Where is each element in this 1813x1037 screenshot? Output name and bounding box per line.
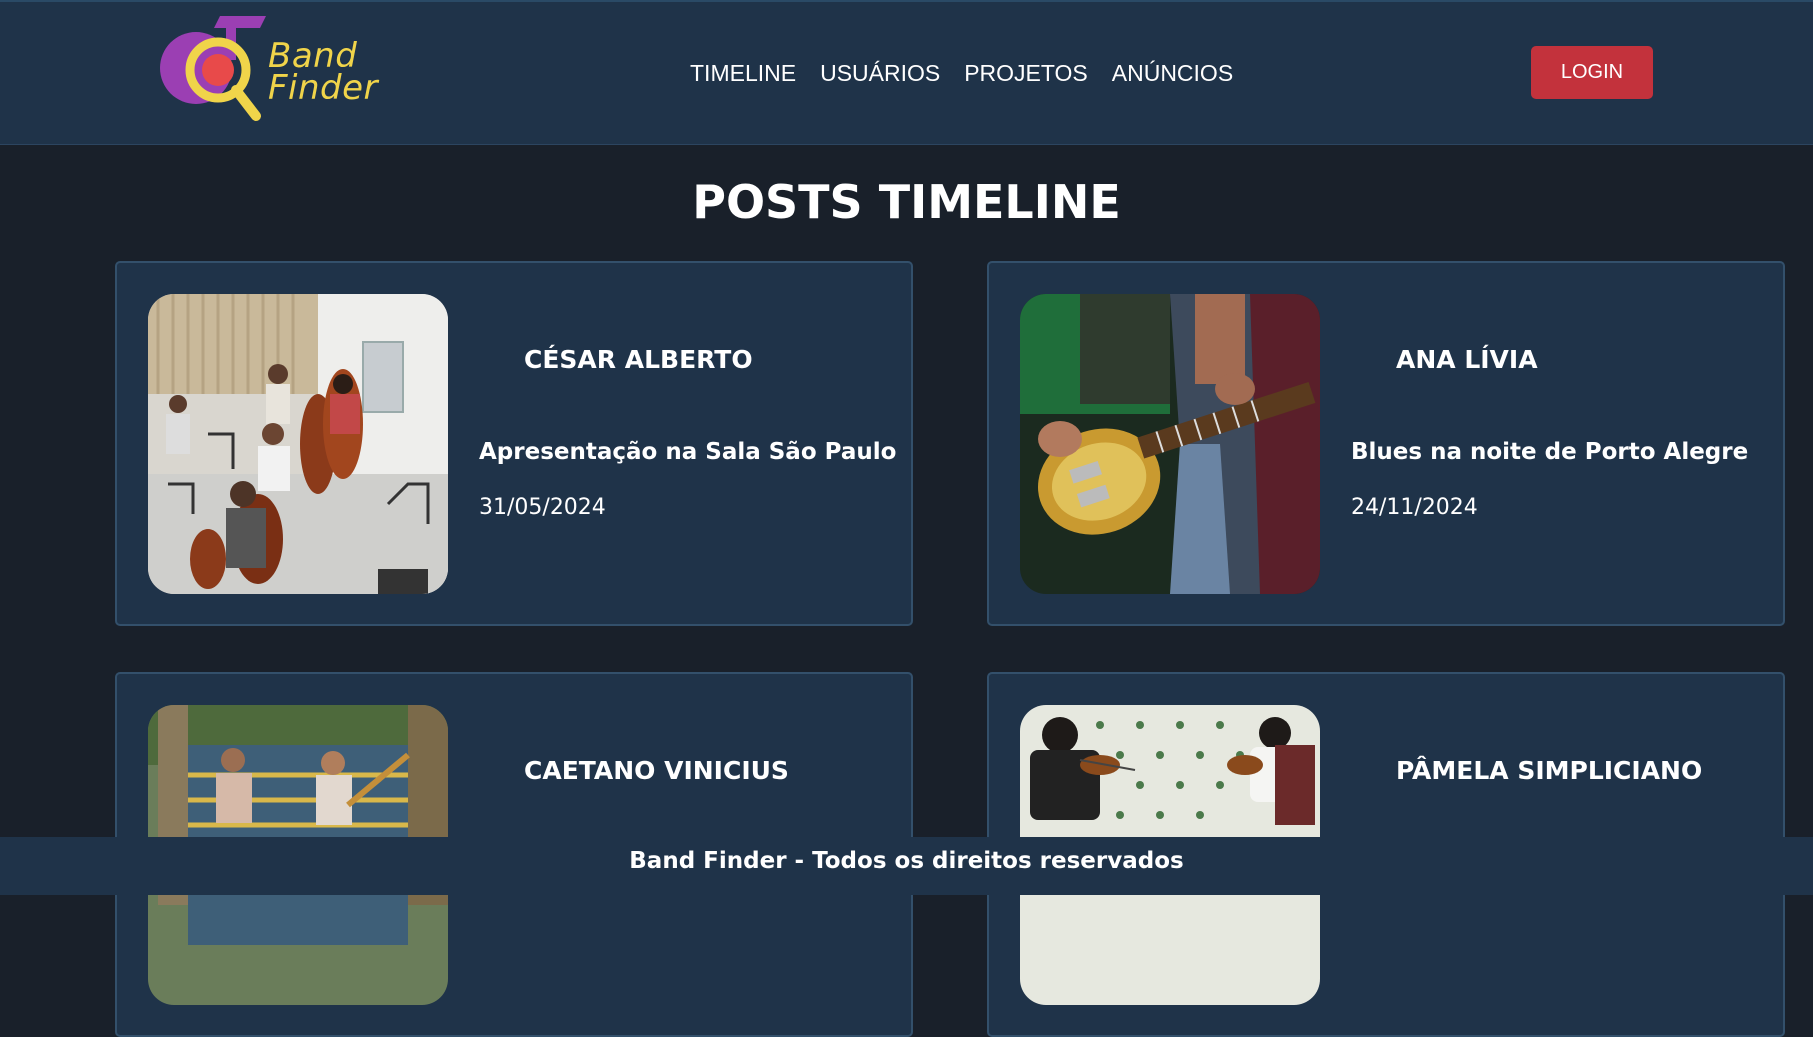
orchestra-rehearsal-photo [148, 294, 448, 594]
electric-guitar-player-photo [1020, 294, 1320, 594]
nav-usuarios[interactable]: USUÁRIOS [820, 58, 940, 88]
page-title: POSTS TIMELINE [692, 175, 1121, 229]
logo-wordmark: Band Finder [268, 39, 379, 108]
logo-emblem-icon [160, 16, 266, 121]
post-author[interactable]: ANA LÍVIA [1396, 343, 1538, 377]
post-date: 31/05/2024 [479, 495, 606, 520]
post-card[interactable]: CÉSAR ALBERTO Apresentação na Sala São P… [115, 261, 913, 626]
post-date: 24/11/2024 [1351, 495, 1478, 520]
post-image [1020, 294, 1320, 594]
login-button[interactable]: LOGIN [1531, 46, 1653, 99]
band-finder-logo[interactable]: Band Finder [160, 12, 400, 127]
site-footer: Band Finder - Todos os direitos reservad… [0, 837, 1813, 895]
post-title[interactable]: Apresentação na Sala São Paulo [479, 436, 896, 468]
post-card[interactable]: ANA LÍVIA Blues na noite de Porto Alegre… [987, 261, 1785, 626]
nav-timeline[interactable]: TIMELINE [690, 58, 796, 88]
nav-projetos[interactable]: PROJETOS [964, 58, 1088, 88]
post-author[interactable]: PÂMELA SIMPLICIANO [1396, 754, 1702, 788]
nav-anuncios[interactable]: ANÚNCIOS [1112, 58, 1233, 88]
logo-line-finder: Finder [268, 68, 379, 108]
site-header: Band Finder TIMELINE USUÁRIOS PROJETOS A… [0, 0, 1813, 145]
post-title[interactable]: Blues na noite de Porto Alegre [1351, 436, 1748, 468]
post-image [148, 294, 448, 594]
post-author[interactable]: CAETANO VINICIUS [524, 754, 789, 788]
post-author[interactable]: CÉSAR ALBERTO [524, 343, 753, 377]
footer-text: Band Finder - Todos os direitos reservad… [629, 848, 1184, 874]
main-nav: TIMELINE USUÁRIOS PROJETOS ANÚNCIOS [690, 58, 1233, 88]
